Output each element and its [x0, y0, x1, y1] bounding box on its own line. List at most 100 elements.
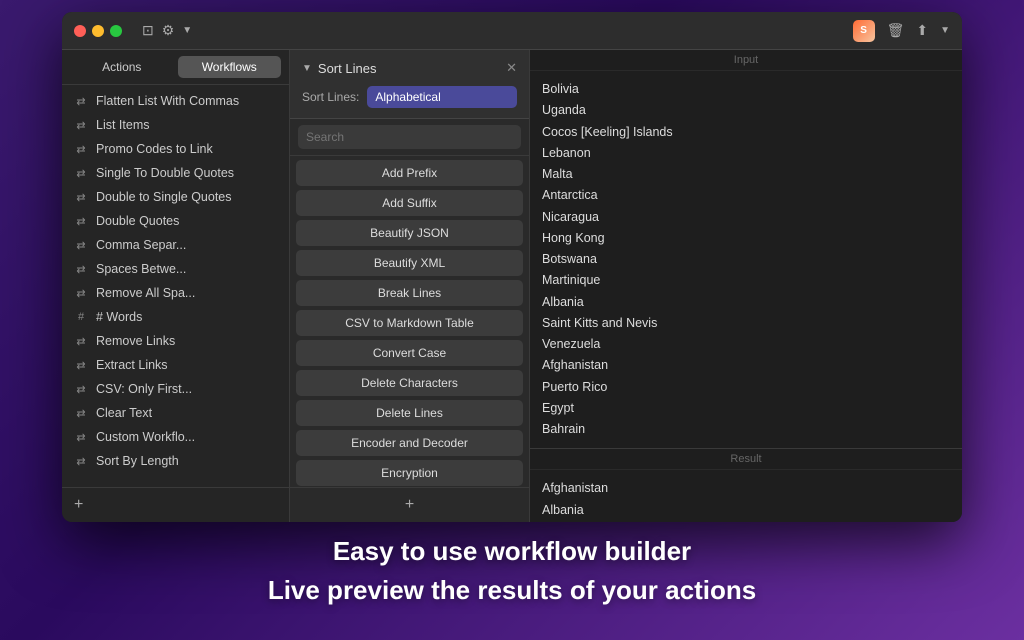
sidebar-item-label: Comma Separ...: [96, 238, 186, 252]
action-button[interactable]: Encoder and Decoder: [296, 430, 523, 456]
input-line: Bahrain: [542, 419, 950, 440]
sidebar-item-label: Remove All Spa...: [96, 286, 195, 300]
sidebar-item[interactable]: ⇄Sort By Length: [62, 449, 289, 473]
input-label: Input: [530, 50, 962, 71]
center-panel: ▼ Sort Lines ✕ Sort Lines: Alphabetical: [290, 50, 530, 522]
sidebar-item[interactable]: ⇄ Remove Links: [62, 329, 289, 353]
sidebar-item[interactable]: ⇄ Promo Codes to Link: [62, 137, 289, 161]
sort-lines-close-icon[interactable]: ✕: [506, 60, 517, 76]
main-content: Actions Workflows ⇄Flatten List With Com…: [62, 50, 962, 522]
sidebar-item-icon: ⇄: [74, 167, 88, 180]
title-bar-icons: ⊡ ⚙ ▼: [142, 22, 192, 39]
sidebar-item[interactable]: ⇄ Single To Double Quotes: [62, 161, 289, 185]
add-workflow-button[interactable]: +: [74, 496, 83, 514]
bottom-text: Easy to use workflow builder Live previe…: [0, 532, 1024, 610]
result-content[interactable]: AfghanistanAlbaniaAlgeriaAmerican SamoaA…: [530, 470, 962, 522]
sidebar-item-label: Sort By Length: [96, 454, 179, 468]
search-input[interactable]: [298, 125, 521, 149]
sidebar-item[interactable]: ⇄ Clear Text: [62, 401, 289, 425]
sidebar-item[interactable]: ## Words: [62, 305, 289, 329]
sidebar-item-icon: ⇄: [74, 383, 88, 396]
action-button[interactable]: Convert Case: [296, 340, 523, 366]
input-line: Saint Kitts and Nevis: [542, 313, 950, 334]
chevron-down-icon-right[interactable]: ▼: [940, 25, 950, 36]
input-line: Hong Kong: [542, 228, 950, 249]
sort-lines-panel: ▼ Sort Lines ✕ Sort Lines: Alphabetical: [290, 50, 529, 119]
actions-panel: Add Prefix Add Suffix Beautify JSON Beautif…: [290, 119, 529, 487]
sidebar-item-icon: ⇄: [74, 407, 88, 420]
input-line: Lebanon: [542, 143, 950, 164]
sidebar-item-label: Extract Links: [96, 358, 168, 372]
input-line: Nicaragua: [542, 207, 950, 228]
input-line: Albania: [542, 292, 950, 313]
sidebar-item-label: List Items: [96, 118, 150, 132]
sidebar-item-icon: ⇄: [74, 263, 88, 276]
sidebar-item[interactable]: ⇄Double Quotes: [62, 209, 289, 233]
action-button[interactable]: Encryption: [296, 460, 523, 486]
sidebar-item-label: Double Quotes: [96, 214, 179, 228]
sidebar-item[interactable]: ⇄ List Items: [62, 113, 289, 137]
sidebar-item-icon: ⇄: [74, 143, 88, 156]
sidebar-item-icon: ⇄: [74, 359, 88, 372]
sidebar-item-label: CSV: Only First...: [96, 382, 192, 396]
bottom-line-2: Live preview the results of your actions: [0, 571, 1024, 610]
scriptable-icon: S: [853, 20, 875, 42]
sort-lines-row: Sort Lines: Alphabetical: [302, 86, 517, 108]
result-panel: Result AfghanistanAlbaniaAlgeriaAmerican…: [530, 449, 962, 522]
sidebar-item-icon: ⇄: [74, 95, 88, 108]
sidebar-item[interactable]: ⇄ Extract Links: [62, 353, 289, 377]
traffic-lights: [74, 25, 122, 37]
sidebar-toggle-icon[interactable]: ⊡: [142, 22, 154, 39]
sidebar-item-icon: ⇄: [74, 191, 88, 204]
sidebar-item[interactable]: ⇄ CSV: Only First...: [62, 377, 289, 401]
sidebar-item[interactable]: ⇄Flatten List With Commas: [62, 89, 289, 113]
action-button[interactable]: Delete Lines: [296, 400, 523, 426]
sidebar-item-label: Remove Links: [96, 334, 175, 348]
result-line: Albania: [542, 500, 950, 521]
sidebar-item[interactable]: ⇄Double to Single Quotes: [62, 185, 289, 209]
sidebar-item[interactable]: ⇄ Remove All Spa...: [62, 281, 289, 305]
action-button[interactable]: Beautify JSON: [296, 220, 523, 246]
close-button[interactable]: [74, 25, 86, 37]
maximize-button[interactable]: [110, 25, 122, 37]
chevron-down-icon[interactable]: ▼: [182, 25, 192, 36]
sidebar-item-icon: ⇄: [74, 239, 88, 252]
sidebar-list: ⇄Flatten List With Commas⇄List Items⇄Pro…: [62, 85, 289, 487]
sidebar-item-label: Single To Double Quotes: [96, 166, 234, 180]
sidebar-item[interactable]: ⇄Custom Workflo...: [62, 425, 289, 449]
sidebar-footer: +: [62, 487, 289, 522]
sidebar-item-label: Clear Text: [96, 406, 152, 420]
add-action-button[interactable]: +: [405, 496, 414, 514]
action-button[interactable]: Add Suffix: [296, 190, 523, 216]
share-icon[interactable]: ⬆: [916, 22, 928, 39]
sort-lines-title: Sort Lines: [318, 61, 377, 76]
settings-icon[interactable]: ⚙: [162, 22, 175, 39]
input-line: Puerto Rico: [542, 377, 950, 398]
sidebar-item[interactable]: ⇄ Comma Separ...: [62, 233, 289, 257]
sidebar-item-icon: ⇄: [74, 335, 88, 348]
bottom-line-1: Easy to use workflow builder: [0, 532, 1024, 571]
sidebar-item-label: Promo Codes to Link: [96, 142, 213, 156]
sidebar-item[interactable]: ⇄Spaces Betwe...: [62, 257, 289, 281]
sidebar-item-icon: ⇄: [74, 287, 88, 300]
input-line: Bolivia: [542, 79, 950, 100]
input-line: Egypt: [542, 398, 950, 419]
sort-lines-triangle-icon: ▼: [302, 63, 312, 74]
result-line: Afghanistan: [542, 478, 950, 499]
action-button[interactable]: Delete Characters: [296, 370, 523, 396]
action-button[interactable]: Beautify XML: [296, 250, 523, 276]
sidebar-item-icon: ⇄: [74, 119, 88, 132]
action-button[interactable]: Break Lines: [296, 280, 523, 306]
action-button[interactable]: Add Prefix: [296, 160, 523, 186]
input-line: Uganda: [542, 100, 950, 121]
tab-actions[interactable]: Actions: [70, 56, 174, 78]
app-window: ⊡ ⚙ ▼ S 🗑 ⬆ ▼ Actions Workflows ⇄Flatten…: [62, 12, 962, 522]
sort-lines-select[interactable]: Alphabetical: [367, 86, 517, 108]
action-button[interactable]: CSV to Markdown Table: [296, 310, 523, 336]
input-content[interactable]: BoliviaUgandaCocos [Keeling] IslandsLeba…: [530, 71, 962, 448]
tab-workflows[interactable]: Workflows: [178, 56, 282, 78]
minimize-button[interactable]: [92, 25, 104, 37]
trash-icon[interactable]: 🗑: [887, 22, 905, 39]
input-line: Afghanistan: [542, 355, 950, 376]
sidebar-tabs: Actions Workflows: [62, 50, 289, 85]
